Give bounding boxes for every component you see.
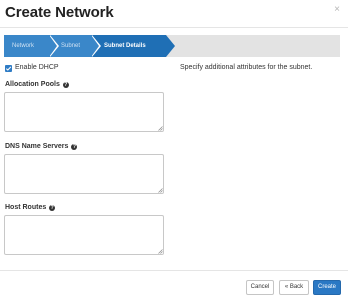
enable-dhcp-label: Enable DHCP [15,64,59,71]
allocation-pools-label-text: Allocation Pools [5,81,60,88]
cancel-button[interactable]: Cancel [246,280,274,295]
resize-grip-icon[interactable] [158,249,163,254]
allocation-pools-textarea[interactable] [4,92,164,132]
subnet-help-text: Specify additional attributes for the su… [180,64,313,71]
footer-divider [0,270,348,271]
host-routes-label: Host Routes ? [5,204,56,211]
dialog-title: Create Network [5,4,114,21]
dns-name-servers-label: DNS Name Servers ? [5,143,78,150]
resize-grip-icon[interactable] [158,188,163,193]
dialog-header: Create Network × [0,0,348,26]
host-routes-textarea[interactable] [4,215,164,255]
wizard-step-network-label: Network [12,43,35,49]
enable-dhcp-checkbox[interactable] [5,65,12,72]
help-icon[interactable]: ? [62,82,69,88]
help-icon[interactable]: ? [71,144,78,150]
resize-grip-icon[interactable] [158,126,163,131]
host-routes-label-text: Host Routes [5,204,47,211]
wizard-step-network[interactable]: Network [4,35,50,57]
wizard-step-subnet-details-label: Subnet Details [104,43,146,49]
create-network-dialog: Create Network × Network Subnet Subnet D… [0,0,348,300]
allocation-pools-label: Allocation Pools ? [5,81,69,88]
step-separator-chevron [91,35,99,57]
active-step-arrow [166,35,175,57]
dns-name-servers-textarea[interactable] [4,154,164,194]
dns-name-servers-label-text: DNS Name Servers [5,143,69,150]
checkmark-icon [5,66,12,71]
close-icon[interactable]: × [334,5,340,15]
wizard-step-subnet-label: Subnet [61,43,81,49]
wizard-steps: Network Subnet Subnet Details [4,35,340,57]
wizard-step-subnet-details[interactable]: Subnet Details [92,35,166,57]
header-divider [0,27,348,28]
help-icon[interactable]: ? [49,205,56,211]
create-button[interactable]: Create [313,280,341,295]
back-button[interactable]: « Back [279,280,309,295]
step-separator-chevron [49,35,57,57]
